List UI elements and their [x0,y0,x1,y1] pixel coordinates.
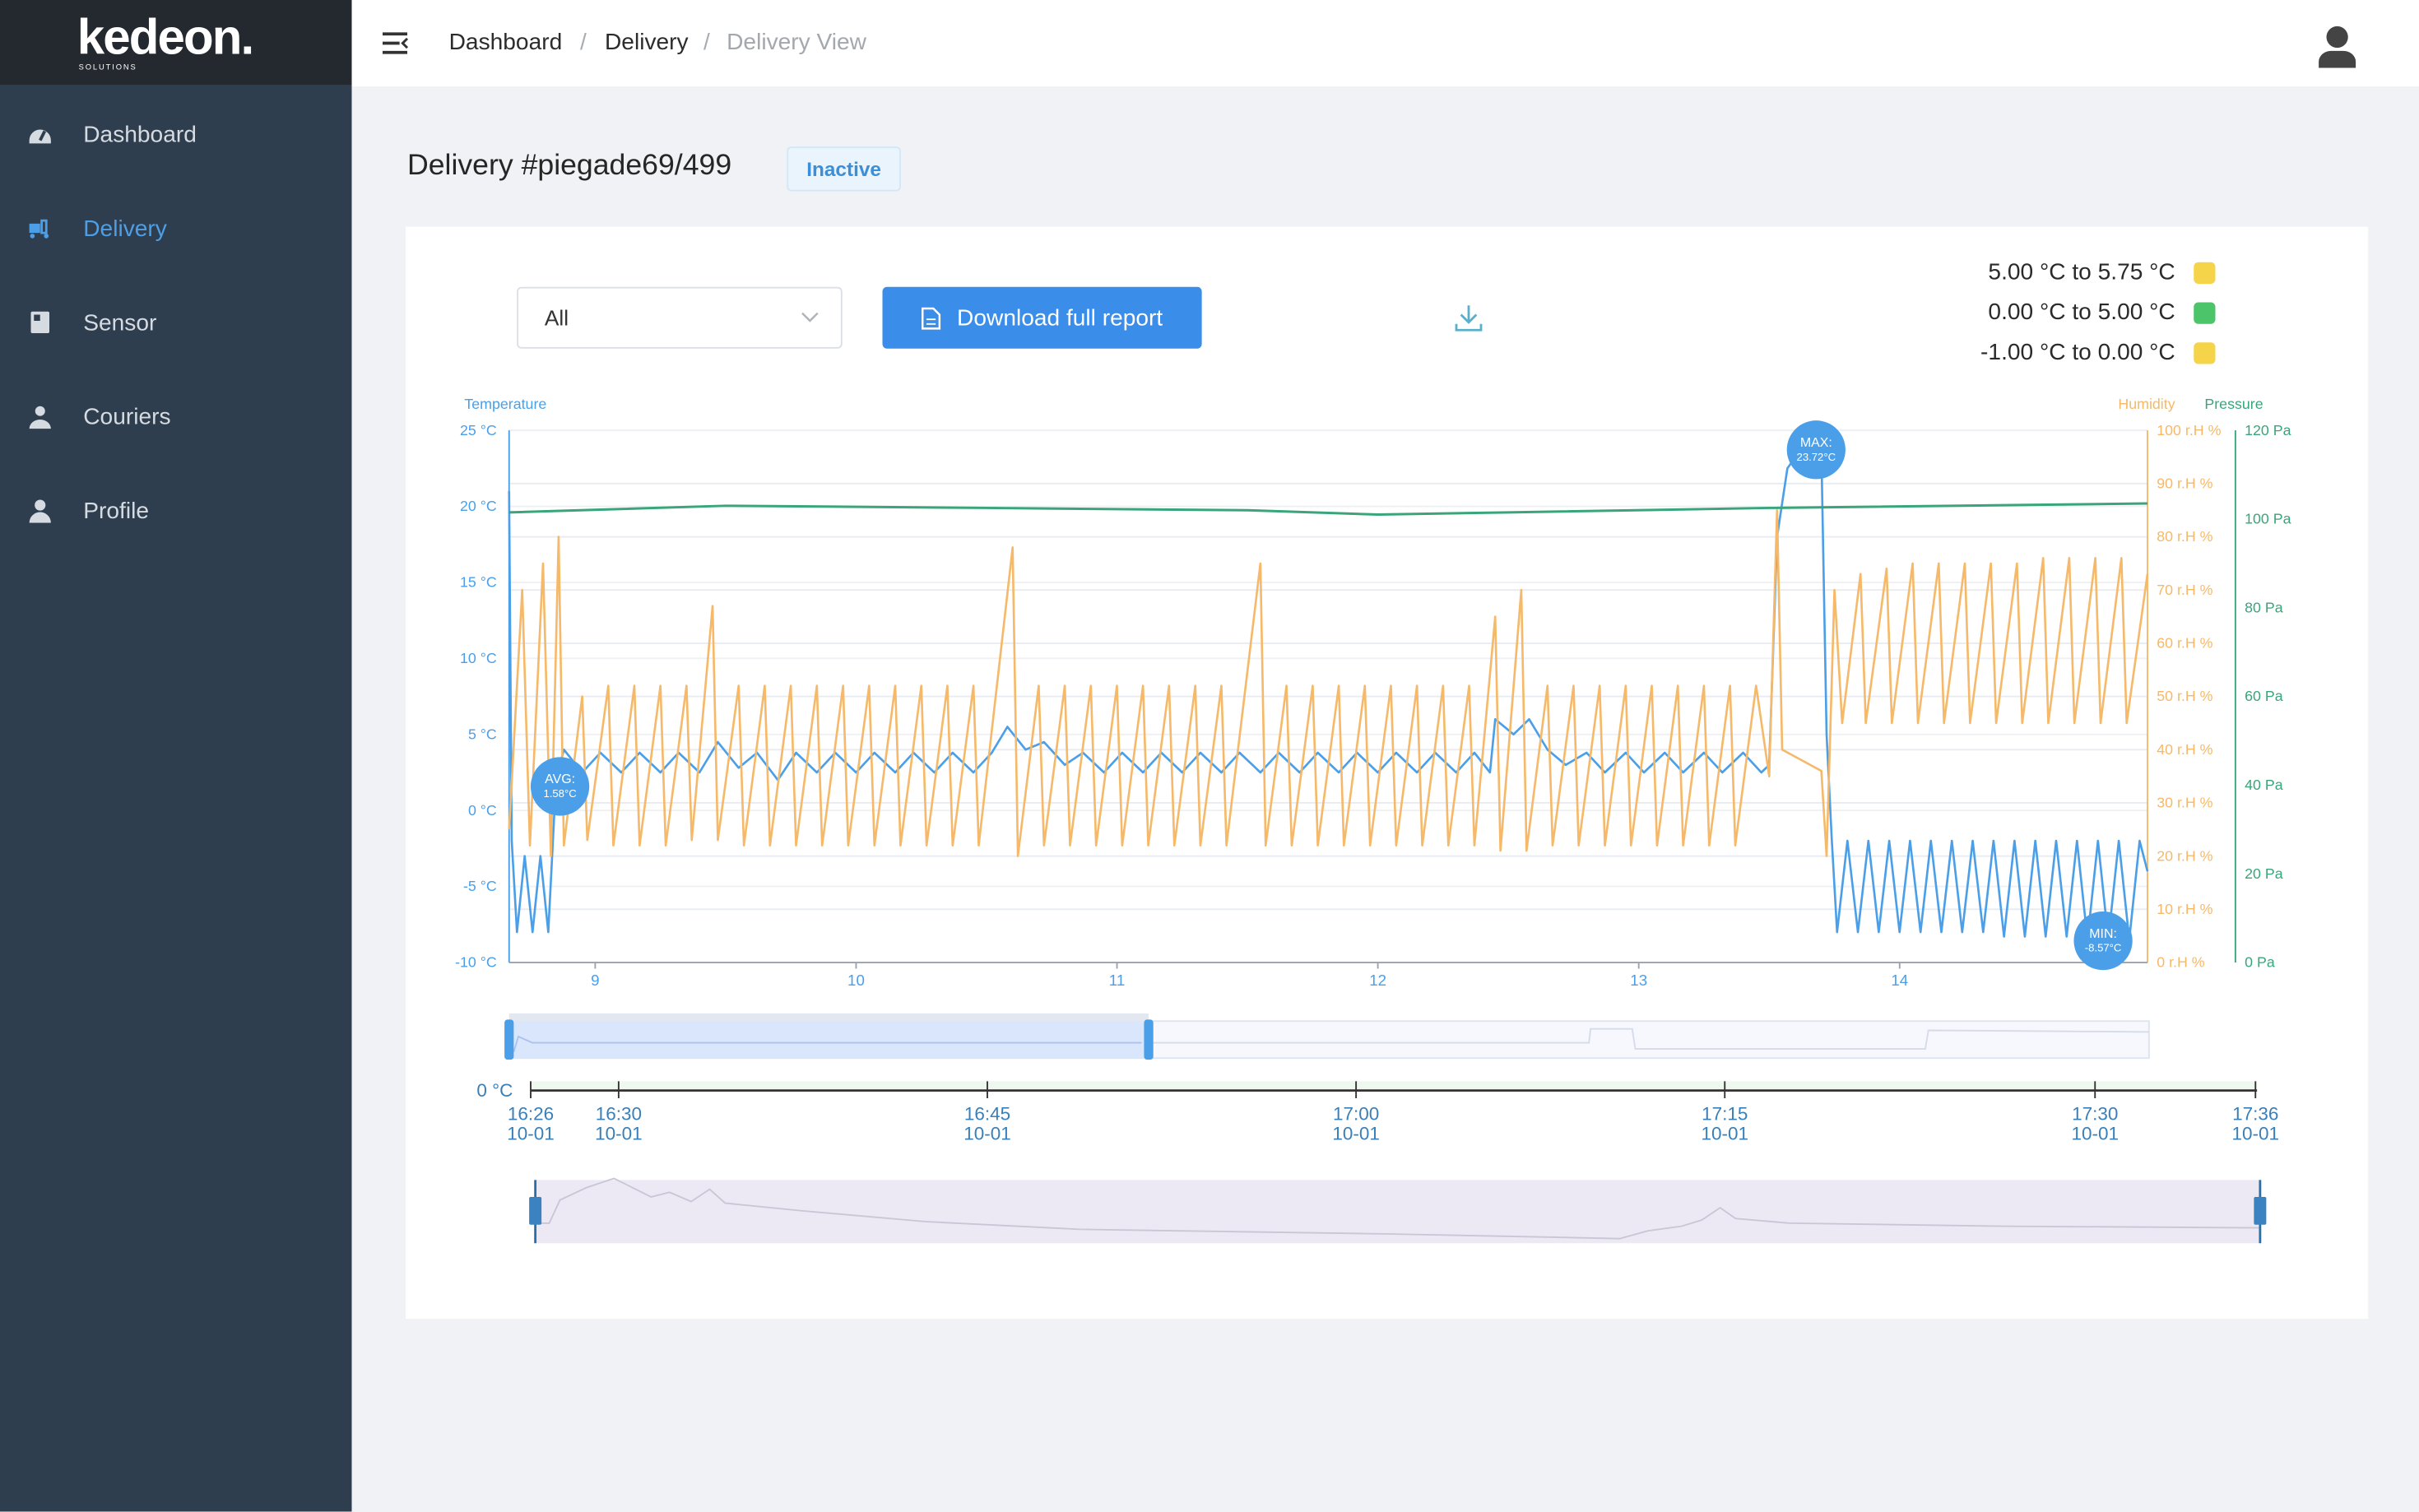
humidity-tick-label: 30 r.H % [2157,795,2212,811]
x-tick-label: 9 [591,972,599,989]
humidity-tick-label: 0 r.H % [2157,954,2205,971]
annotation-value: 1.58°C [543,787,576,800]
time-tick-date: 10-01 [1332,1124,1380,1144]
humidity-axis-title: Humidity [2118,396,2175,412]
humidity-tick-label: 100 r.H % [2157,422,2221,438]
time-tick-date: 10-01 [2071,1124,2119,1144]
time-tick-label: 17:15 [1702,1103,1748,1124]
time-axis-label: 0 °C [476,1080,513,1101]
temperature-tick-label: 5 °C [468,726,497,742]
range-brush-handle[interactable] [529,1197,542,1225]
time-tick-date: 10-01 [1701,1124,1748,1144]
x-tick-label: 14 [1891,972,1908,989]
humidity-tick-label: 40 r.H % [2157,741,2212,758]
annotation-label: MAX: [1800,436,1832,450]
pressure-tick-label: 20 Pa [2245,865,2283,882]
time-tick-date: 10-01 [595,1124,643,1144]
time-tick-date: 10-01 [507,1124,555,1144]
temperature-tick-label: -10 °C [455,954,497,971]
pressure-tick-label: 120 Pa [2245,422,2291,438]
humidity-tick-label: 80 r.H % [2157,528,2212,545]
humidity-series-line [508,508,2149,857]
time-tick-label: 17:30 [2072,1103,2118,1124]
time-tick-label: 17:36 [2232,1103,2278,1124]
pressure-tick-label: 0 Pa [2245,954,2275,971]
navigator-handle[interactable] [504,1019,514,1060]
temperature-tick-label: 0 °C [468,802,497,819]
x-tick-label: 11 [1109,972,1125,989]
annotation-label: MIN: [2089,927,2117,941]
humidity-tick-label: 90 r.H % [2157,475,2212,491]
x-tick-label: 10 [847,972,865,989]
pressure-tick-label: 80 Pa [2245,599,2283,615]
pressure-tick-label: 40 Pa [2245,777,2283,793]
humidity-tick-label: 10 r.H % [2157,901,2212,917]
temperature-series-line [508,448,2149,941]
temperature-tick-label: -5 °C [463,878,497,894]
annotation-label: AVG: [545,772,575,786]
time-tick-date: 10-01 [2231,1124,2279,1144]
time-tick-label: 16:45 [964,1103,1010,1124]
pressure-series-line [508,502,2148,516]
annotation-value: 23.72°C [1797,451,1836,463]
temperature-tick-label: 15 °C [460,574,497,591]
pressure-tick-label: 100 Pa [2245,511,2291,527]
x-tick-label: 12 [1369,972,1386,989]
humidity-tick-label: 50 r.H % [2157,688,2212,704]
pressure-axis-title: Pressure [2204,396,2263,412]
annotation-value: -8.57°C [2085,942,2122,954]
temperature-axis-title: Temperature [464,396,546,412]
sensor-chart[interactable]: Temperature Humidity Pressure 25 °C 20 °C 15 … [0,0,2419,1512]
humidity-tick-label: 70 r.H % [2157,582,2212,598]
humidity-tick-label: 60 r.H % [2157,635,2212,652]
temperature-tick-label: 10 °C [460,650,497,666]
humidity-tick-label: 20 r.H % [2157,847,2212,864]
x-tick-label: 13 [1630,972,1647,989]
temperature-tick-label: 25 °C [460,422,497,438]
pressure-tick-label: 60 Pa [2245,688,2283,704]
time-tick-label: 17:00 [1333,1103,1379,1124]
navigator-selection[interactable] [508,1021,1149,1059]
time-tick-date: 10-01 [963,1124,1011,1144]
range-brush-handle[interactable] [2254,1197,2267,1225]
time-tick-label: 16:30 [596,1103,642,1124]
time-tick-label: 16:26 [508,1103,554,1124]
time-axis-band [531,1081,2258,1089]
temperature-tick-label: 20 °C [460,498,497,514]
navigator-handle[interactable] [1144,1019,1154,1060]
